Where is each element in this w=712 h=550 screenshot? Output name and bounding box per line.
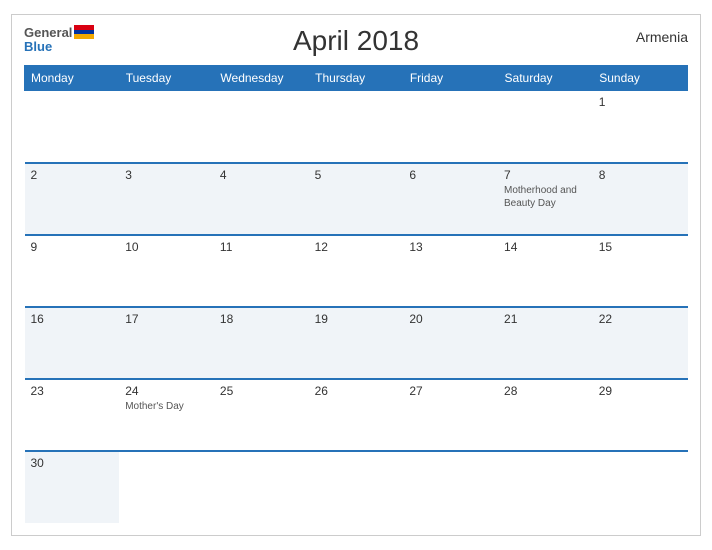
calendar-cell bbox=[309, 91, 404, 163]
country-label: Armenia bbox=[636, 29, 688, 45]
day-number: 24 bbox=[125, 384, 208, 398]
day-number: 28 bbox=[504, 384, 587, 398]
day-number: 4 bbox=[220, 168, 303, 182]
calendar-cell: 22 bbox=[593, 307, 688, 379]
calendar-cell: 13 bbox=[403, 235, 498, 307]
weekday-header-row: MondayTuesdayWednesdayThursdayFridaySatu… bbox=[25, 66, 688, 91]
calendar-cell: 21 bbox=[498, 307, 593, 379]
holiday-label: Motherhood and Beauty Day bbox=[504, 184, 587, 210]
calendar-cell bbox=[403, 91, 498, 163]
logo-flag-icon bbox=[74, 25, 94, 39]
weekday-header: Wednesday bbox=[214, 66, 309, 91]
logo-general-text: General bbox=[24, 26, 72, 39]
logo: General Blue bbox=[24, 25, 94, 55]
calendar-cell: 1 bbox=[593, 91, 688, 163]
calendar-cell: 7 Motherhood and Beauty Day bbox=[498, 163, 593, 235]
calendar-week-row: 234567 Motherhood and Beauty Day 8 bbox=[25, 163, 688, 235]
day-number: 3 bbox=[125, 168, 208, 182]
day-number: 27 bbox=[409, 384, 492, 398]
calendar-cell bbox=[119, 91, 214, 163]
calendar-cell: 11 bbox=[214, 235, 309, 307]
calendar-cell: 9 bbox=[25, 235, 120, 307]
calendar-cell: 10 bbox=[119, 235, 214, 307]
day-number: 6 bbox=[409, 168, 492, 182]
calendar-title: April 2018 bbox=[293, 25, 419, 57]
calendar-cell: 29 bbox=[593, 379, 688, 451]
day-number: 2 bbox=[31, 168, 114, 182]
calendar-cell: 5 bbox=[309, 163, 404, 235]
calendar-cell: 25 bbox=[214, 379, 309, 451]
calendar-cell: 4 bbox=[214, 163, 309, 235]
day-number: 15 bbox=[599, 240, 682, 254]
day-number: 12 bbox=[315, 240, 398, 254]
day-number: 8 bbox=[599, 168, 682, 182]
calendar-cell bbox=[403, 451, 498, 523]
day-number: 29 bbox=[599, 384, 682, 398]
calendar-header: General Blue April 2018 Armenia bbox=[24, 25, 688, 57]
calendar-cell: 28 bbox=[498, 379, 593, 451]
calendar-cell: 14 bbox=[498, 235, 593, 307]
calendar-cell: 8 bbox=[593, 163, 688, 235]
calendar-cell bbox=[498, 451, 593, 523]
calendar-cell: 20 bbox=[403, 307, 498, 379]
calendar-cell: 16 bbox=[25, 307, 120, 379]
calendar-week-row: 30 bbox=[25, 451, 688, 523]
day-number: 11 bbox=[220, 240, 303, 254]
day-number: 17 bbox=[125, 312, 208, 326]
calendar-cell bbox=[119, 451, 214, 523]
calendar-cell: 15 bbox=[593, 235, 688, 307]
calendar-cell: 30 bbox=[25, 451, 120, 523]
day-number: 21 bbox=[504, 312, 587, 326]
weekday-header: Friday bbox=[403, 66, 498, 91]
day-number: 9 bbox=[31, 240, 114, 254]
weekday-header: Tuesday bbox=[119, 66, 214, 91]
day-number: 26 bbox=[315, 384, 398, 398]
holiday-label: Mother's Day bbox=[125, 400, 208, 413]
day-number: 23 bbox=[31, 384, 114, 398]
calendar-cell bbox=[309, 451, 404, 523]
weekday-header: Thursday bbox=[309, 66, 404, 91]
weekday-header: Monday bbox=[25, 66, 120, 91]
day-number: 1 bbox=[599, 95, 682, 109]
calendar-cell bbox=[214, 91, 309, 163]
calendar-week-row: 16 17 18 19 20 21 22 bbox=[25, 307, 688, 379]
calendar-week-row: 1 bbox=[25, 91, 688, 163]
calendar: General Blue April 2018 Armenia MondayTu… bbox=[11, 14, 701, 536]
calendar-cell bbox=[593, 451, 688, 523]
day-number: 14 bbox=[504, 240, 587, 254]
day-number: 20 bbox=[409, 312, 492, 326]
calendar-week-row: 9 10 11 12 13 14 15 bbox=[25, 235, 688, 307]
calendar-cell bbox=[214, 451, 309, 523]
logo-blue-text: Blue bbox=[24, 39, 52, 54]
day-number: 22 bbox=[599, 312, 682, 326]
day-number: 18 bbox=[220, 312, 303, 326]
calendar-cell: 17 bbox=[119, 307, 214, 379]
day-number: 16 bbox=[31, 312, 114, 326]
day-number: 10 bbox=[125, 240, 208, 254]
calendar-week-row: 23 24 Mother's Day 25 26 27 28 29 bbox=[25, 379, 688, 451]
calendar-cell: 6 bbox=[403, 163, 498, 235]
calendar-cell: 18 bbox=[214, 307, 309, 379]
calendar-cell: 19 bbox=[309, 307, 404, 379]
calendar-cell: 12 bbox=[309, 235, 404, 307]
weekday-header: Sunday bbox=[593, 66, 688, 91]
day-number: 13 bbox=[409, 240, 492, 254]
calendar-cell bbox=[498, 91, 593, 163]
weekday-header: Saturday bbox=[498, 66, 593, 91]
calendar-cell bbox=[25, 91, 120, 163]
day-number: 7 bbox=[504, 168, 587, 182]
calendar-cell: 23 bbox=[25, 379, 120, 451]
day-number: 19 bbox=[315, 312, 398, 326]
calendar-cell: 3 bbox=[119, 163, 214, 235]
day-number: 25 bbox=[220, 384, 303, 398]
day-number: 5 bbox=[315, 168, 398, 182]
calendar-grid: MondayTuesdayWednesdayThursdayFridaySatu… bbox=[24, 65, 688, 523]
calendar-cell: 2 bbox=[25, 163, 120, 235]
day-number: 30 bbox=[31, 456, 114, 470]
calendar-cell: 27 bbox=[403, 379, 498, 451]
calendar-cell: 24 Mother's Day bbox=[119, 379, 214, 451]
calendar-cell: 26 bbox=[309, 379, 404, 451]
